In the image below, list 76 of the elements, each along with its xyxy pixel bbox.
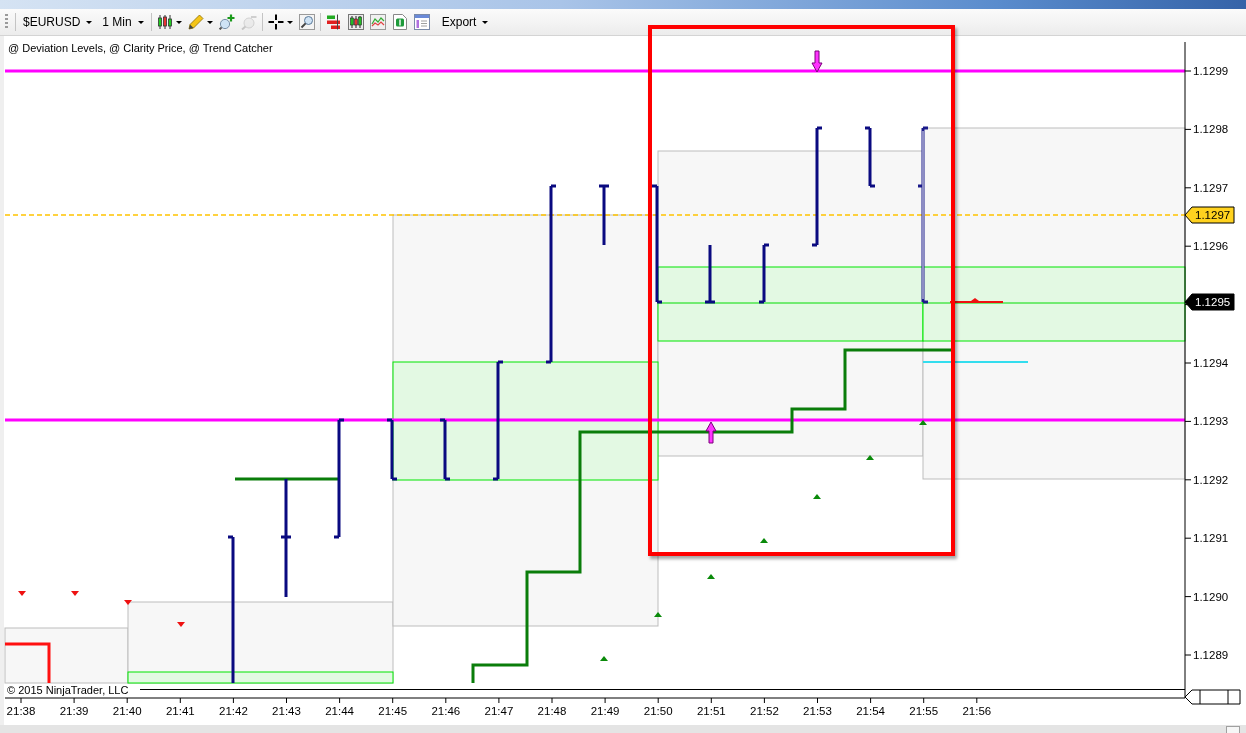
price-label: 1.1290 (1193, 590, 1229, 603)
time-label: 21:39 (59, 705, 89, 717)
export-dropdown[interactable]: Export (439, 13, 491, 31)
triangle-down-icon (18, 591, 26, 596)
price-label: 1.1289 (1193, 649, 1229, 661)
time-label: 21:49 (590, 705, 620, 717)
time-label: 21:48 (537, 705, 567, 717)
price-label: 1.1292 (1193, 473, 1229, 486)
triangle-up-icon (707, 574, 715, 579)
price-label: 1.1299 (1193, 65, 1229, 77)
time-label: 21:40 (112, 705, 142, 717)
time-label: 21:44 (325, 705, 354, 717)
price-line (949, 298, 1004, 303)
time-label: 21:54 (856, 705, 885, 717)
time-label: 21:45 (378, 705, 408, 717)
triangle-down-icon (71, 591, 79, 596)
price-bar (597, 184, 611, 247)
caret-icon[interactable] (175, 20, 182, 24)
price-label: 1.1294 (1193, 357, 1229, 369)
line-chart-icon[interactable] (369, 14, 386, 30)
copyright-text: © 2015 NinjaTrader, LLC (7, 684, 129, 697)
caret-icon[interactable] (286, 20, 293, 24)
triangle-up-icon (760, 538, 768, 543)
time-label: 21:51 (696, 705, 726, 717)
interval-dropdown[interactable]: 1 Min (100, 13, 146, 31)
triangle-up-icon (919, 420, 927, 425)
triangle-up-icon (654, 612, 662, 617)
time-label: 21:42 (219, 705, 248, 717)
triangle-up-icon (866, 455, 874, 460)
candlestick-icon[interactable] (156, 14, 173, 30)
horizontal-scrollbar[interactable] (0, 725, 1246, 733)
price-bar (863, 126, 877, 188)
caret-icon[interactable] (206, 20, 213, 24)
price-bar (438, 418, 452, 481)
time-label: 21:47 (484, 705, 514, 717)
arrow-down-icon (811, 50, 823, 73)
zoom-in-icon[interactable] (218, 14, 235, 30)
time-label: 21:38 (6, 705, 36, 717)
time-label: 21:50 (643, 705, 673, 717)
price-bar (757, 243, 771, 304)
time-label: 21:56 (962, 705, 992, 717)
caret-icon[interactable] (86, 20, 93, 24)
price-label: 1.1298 (1193, 123, 1229, 136)
step-line (5, 642, 51, 683)
triangle-up-icon (813, 494, 821, 499)
bar-chart-icon[interactable] (325, 14, 342, 30)
crosshair-icon[interactable] (267, 14, 284, 30)
time-label: 21:52 (750, 705, 779, 717)
price-label: 1.1293 (1193, 415, 1229, 428)
magnifier-icon[interactable] (298, 14, 315, 30)
empty-price-tag (1184, 689, 1241, 705)
grip-handle[interactable] (5, 14, 8, 30)
triangle-down-icon (124, 600, 132, 605)
time-label: 21:43 (272, 705, 301, 717)
level-price-tag: 1.1297 (1184, 206, 1235, 224)
symbol-dropdown[interactable]: $EURUSD (21, 13, 95, 31)
form-window-icon[interactable] (413, 14, 430, 30)
pencil-icon[interactable] (187, 14, 204, 30)
price-label: 1.1291 (1193, 532, 1229, 545)
last-price-tag: 1.1295 (1184, 293, 1235, 311)
caret-icon[interactable] (482, 20, 489, 24)
arrow-up-icon (705, 421, 717, 444)
price-label: 1.1296 (1193, 240, 1229, 253)
triangle-up-icon (600, 656, 608, 661)
triangle-down-icon (177, 622, 185, 627)
caret-icon[interactable] (137, 20, 144, 24)
document-icon[interactable] (391, 14, 408, 30)
time-label: 21:53 (803, 705, 832, 717)
time-label: 21:55 (909, 705, 939, 717)
price-bar (385, 418, 399, 481)
time-label: 21:46 (431, 705, 461, 717)
price-bar (703, 243, 717, 304)
candlestick-chart-icon[interactable] (347, 14, 364, 30)
price-label: 1.1297 (1193, 181, 1229, 194)
indicator-legend: @ Deviation Levels, @ Clarity Price, @ Trend Catcher (8, 42, 273, 55)
time-label: 21:41 (165, 705, 195, 717)
